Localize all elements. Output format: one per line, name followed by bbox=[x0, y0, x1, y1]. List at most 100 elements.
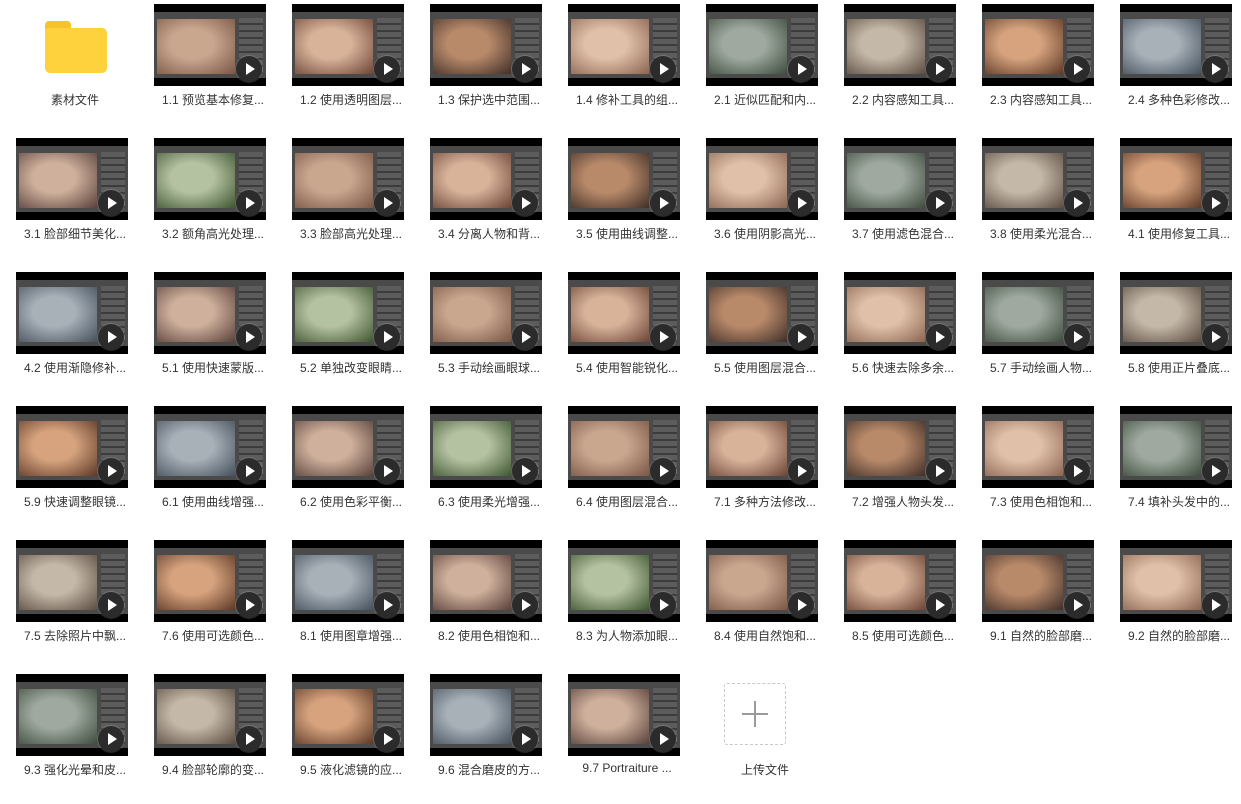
video-tile[interactable]: 9.2 自然的脸部磨... bbox=[1108, 536, 1234, 670]
video-tile[interactable]: 4.2 使用渐隐修补... bbox=[4, 268, 130, 402]
video-tile[interactable]: 3.1 脸部细节美化... bbox=[4, 134, 130, 268]
play-icon[interactable] bbox=[98, 592, 124, 618]
play-icon[interactable] bbox=[236, 56, 262, 82]
video-tile[interactable]: 9.3 强化光晕和皮... bbox=[4, 670, 130, 804]
video-tile[interactable]: 3.8 使用柔光混合... bbox=[970, 134, 1096, 268]
video-tile[interactable]: 3.6 使用阴影高光... bbox=[694, 134, 820, 268]
play-icon[interactable] bbox=[1064, 190, 1090, 216]
play-icon[interactable] bbox=[926, 592, 952, 618]
video-tile[interactable]: 1.3 保护选中范围... bbox=[418, 0, 544, 134]
play-icon[interactable] bbox=[1064, 458, 1090, 484]
play-icon[interactable] bbox=[374, 458, 400, 484]
video-tile[interactable]: 8.2 使用色相饱和... bbox=[418, 536, 544, 670]
video-tile[interactable]: 5.6 快速去除多余... bbox=[832, 268, 958, 402]
play-icon[interactable] bbox=[512, 324, 538, 350]
play-icon[interactable] bbox=[374, 726, 400, 752]
video-tile[interactable]: 8.1 使用图章增强... bbox=[280, 536, 406, 670]
video-tile[interactable]: 5.5 使用图层混合... bbox=[694, 268, 820, 402]
video-tile[interactable]: 9.7 Portraiture ... bbox=[556, 670, 682, 804]
video-tile[interactable]: 6.2 使用色彩平衡... bbox=[280, 402, 406, 536]
video-tile[interactable]: 8.5 使用可选颜色... bbox=[832, 536, 958, 670]
play-icon[interactable] bbox=[512, 190, 538, 216]
play-icon[interactable] bbox=[1064, 56, 1090, 82]
video-tile[interactable]: 8.4 使用自然饱和... bbox=[694, 536, 820, 670]
play-icon[interactable] bbox=[926, 324, 952, 350]
video-tile[interactable]: 1.1 预览基本修复... bbox=[142, 0, 268, 134]
play-icon[interactable] bbox=[926, 190, 952, 216]
play-icon[interactable] bbox=[512, 726, 538, 752]
video-tile[interactable]: 5.8 使用正片叠底... bbox=[1108, 268, 1234, 402]
video-tile[interactable]: 5.1 使用快速蒙版... bbox=[142, 268, 268, 402]
video-tile[interactable]: 2.1 近似匹配和内... bbox=[694, 0, 820, 134]
play-icon[interactable] bbox=[98, 324, 124, 350]
video-tile[interactable]: 4.1 使用修复工具... bbox=[1108, 134, 1234, 268]
video-tile[interactable]: 2.4 多种色彩修改... bbox=[1108, 0, 1234, 134]
play-icon[interactable] bbox=[374, 592, 400, 618]
play-icon[interactable] bbox=[1064, 592, 1090, 618]
play-icon[interactable] bbox=[512, 56, 538, 82]
video-tile[interactable]: 5.9 快速调整眼镜... bbox=[4, 402, 130, 536]
video-tile[interactable]: 7.6 使用可选颜色... bbox=[142, 536, 268, 670]
video-tile[interactable]: 8.3 为人物添加眼... bbox=[556, 536, 682, 670]
play-icon[interactable] bbox=[650, 592, 676, 618]
video-tile[interactable]: 7.5 去除照片中飘... bbox=[4, 536, 130, 670]
video-tile[interactable]: 9.6 混合磨皮的方... bbox=[418, 670, 544, 804]
video-tile[interactable]: 2.2 内容感知工具... bbox=[832, 0, 958, 134]
play-icon[interactable] bbox=[236, 190, 262, 216]
play-icon[interactable] bbox=[1202, 324, 1228, 350]
video-tile[interactable]: 6.1 使用曲线增强... bbox=[142, 402, 268, 536]
video-tile[interactable]: 3.7 使用滤色混合... bbox=[832, 134, 958, 268]
play-icon[interactable] bbox=[98, 726, 124, 752]
video-tile[interactable]: 5.7 手动绘画人物... bbox=[970, 268, 1096, 402]
play-icon[interactable] bbox=[236, 458, 262, 484]
play-icon[interactable] bbox=[788, 592, 814, 618]
play-icon[interactable] bbox=[374, 324, 400, 350]
play-icon[interactable] bbox=[788, 190, 814, 216]
play-icon[interactable] bbox=[374, 190, 400, 216]
play-icon[interactable] bbox=[926, 458, 952, 484]
play-icon[interactable] bbox=[788, 56, 814, 82]
video-tile[interactable]: 7.1 多种方法修改... bbox=[694, 402, 820, 536]
video-tile[interactable]: 7.3 使用色相饱和... bbox=[970, 402, 1096, 536]
video-tile[interactable]: 5.3 手动绘画眼球... bbox=[418, 268, 544, 402]
video-tile[interactable]: 2.3 内容感知工具... bbox=[970, 0, 1096, 134]
folder-tile[interactable]: 素材文件 bbox=[4, 0, 130, 134]
play-icon[interactable] bbox=[650, 324, 676, 350]
play-icon[interactable] bbox=[512, 592, 538, 618]
play-icon[interactable] bbox=[236, 726, 262, 752]
video-tile[interactable]: 9.5 液化滤镜的应... bbox=[280, 670, 406, 804]
play-icon[interactable] bbox=[1202, 56, 1228, 82]
play-icon[interactable] bbox=[236, 324, 262, 350]
play-icon[interactable] bbox=[1202, 592, 1228, 618]
play-icon[interactable] bbox=[650, 56, 676, 82]
video-tile[interactable]: 9.1 自然的脸部磨... bbox=[970, 536, 1096, 670]
play-icon[interactable] bbox=[788, 458, 814, 484]
play-icon[interactable] bbox=[926, 56, 952, 82]
video-tile[interactable]: 1.4 修补工具的组... bbox=[556, 0, 682, 134]
play-icon[interactable] bbox=[650, 458, 676, 484]
video-tile[interactable]: 9.4 脸部轮廓的变... bbox=[142, 670, 268, 804]
upload-tile[interactable]: 上传文件 bbox=[694, 670, 820, 804]
play-icon[interactable] bbox=[1202, 458, 1228, 484]
play-icon[interactable] bbox=[512, 458, 538, 484]
play-icon[interactable] bbox=[236, 592, 262, 618]
video-tile[interactable]: 3.4 分离人物和背... bbox=[418, 134, 544, 268]
play-icon[interactable] bbox=[374, 56, 400, 82]
upload-button[interactable] bbox=[724, 683, 786, 745]
play-icon[interactable] bbox=[1202, 190, 1228, 216]
play-icon[interactable] bbox=[650, 190, 676, 216]
play-icon[interactable] bbox=[98, 458, 124, 484]
video-tile[interactable]: 7.2 增强人物头发... bbox=[832, 402, 958, 536]
play-icon[interactable] bbox=[1064, 324, 1090, 350]
play-icon[interactable] bbox=[98, 190, 124, 216]
play-icon[interactable] bbox=[788, 324, 814, 350]
video-tile[interactable]: 6.3 使用柔光增强... bbox=[418, 402, 544, 536]
video-tile[interactable]: 3.3 脸部高光处理... bbox=[280, 134, 406, 268]
video-tile[interactable]: 5.4 使用智能锐化... bbox=[556, 268, 682, 402]
video-tile[interactable]: 7.4 填补头发中的... bbox=[1108, 402, 1234, 536]
video-tile[interactable]: 3.2 额角高光处理... bbox=[142, 134, 268, 268]
play-icon[interactable] bbox=[650, 726, 676, 752]
video-tile[interactable]: 6.4 使用图层混合... bbox=[556, 402, 682, 536]
video-tile[interactable]: 5.2 单独改变眼睛... bbox=[280, 268, 406, 402]
video-tile[interactable]: 1.2 使用透明图层... bbox=[280, 0, 406, 134]
